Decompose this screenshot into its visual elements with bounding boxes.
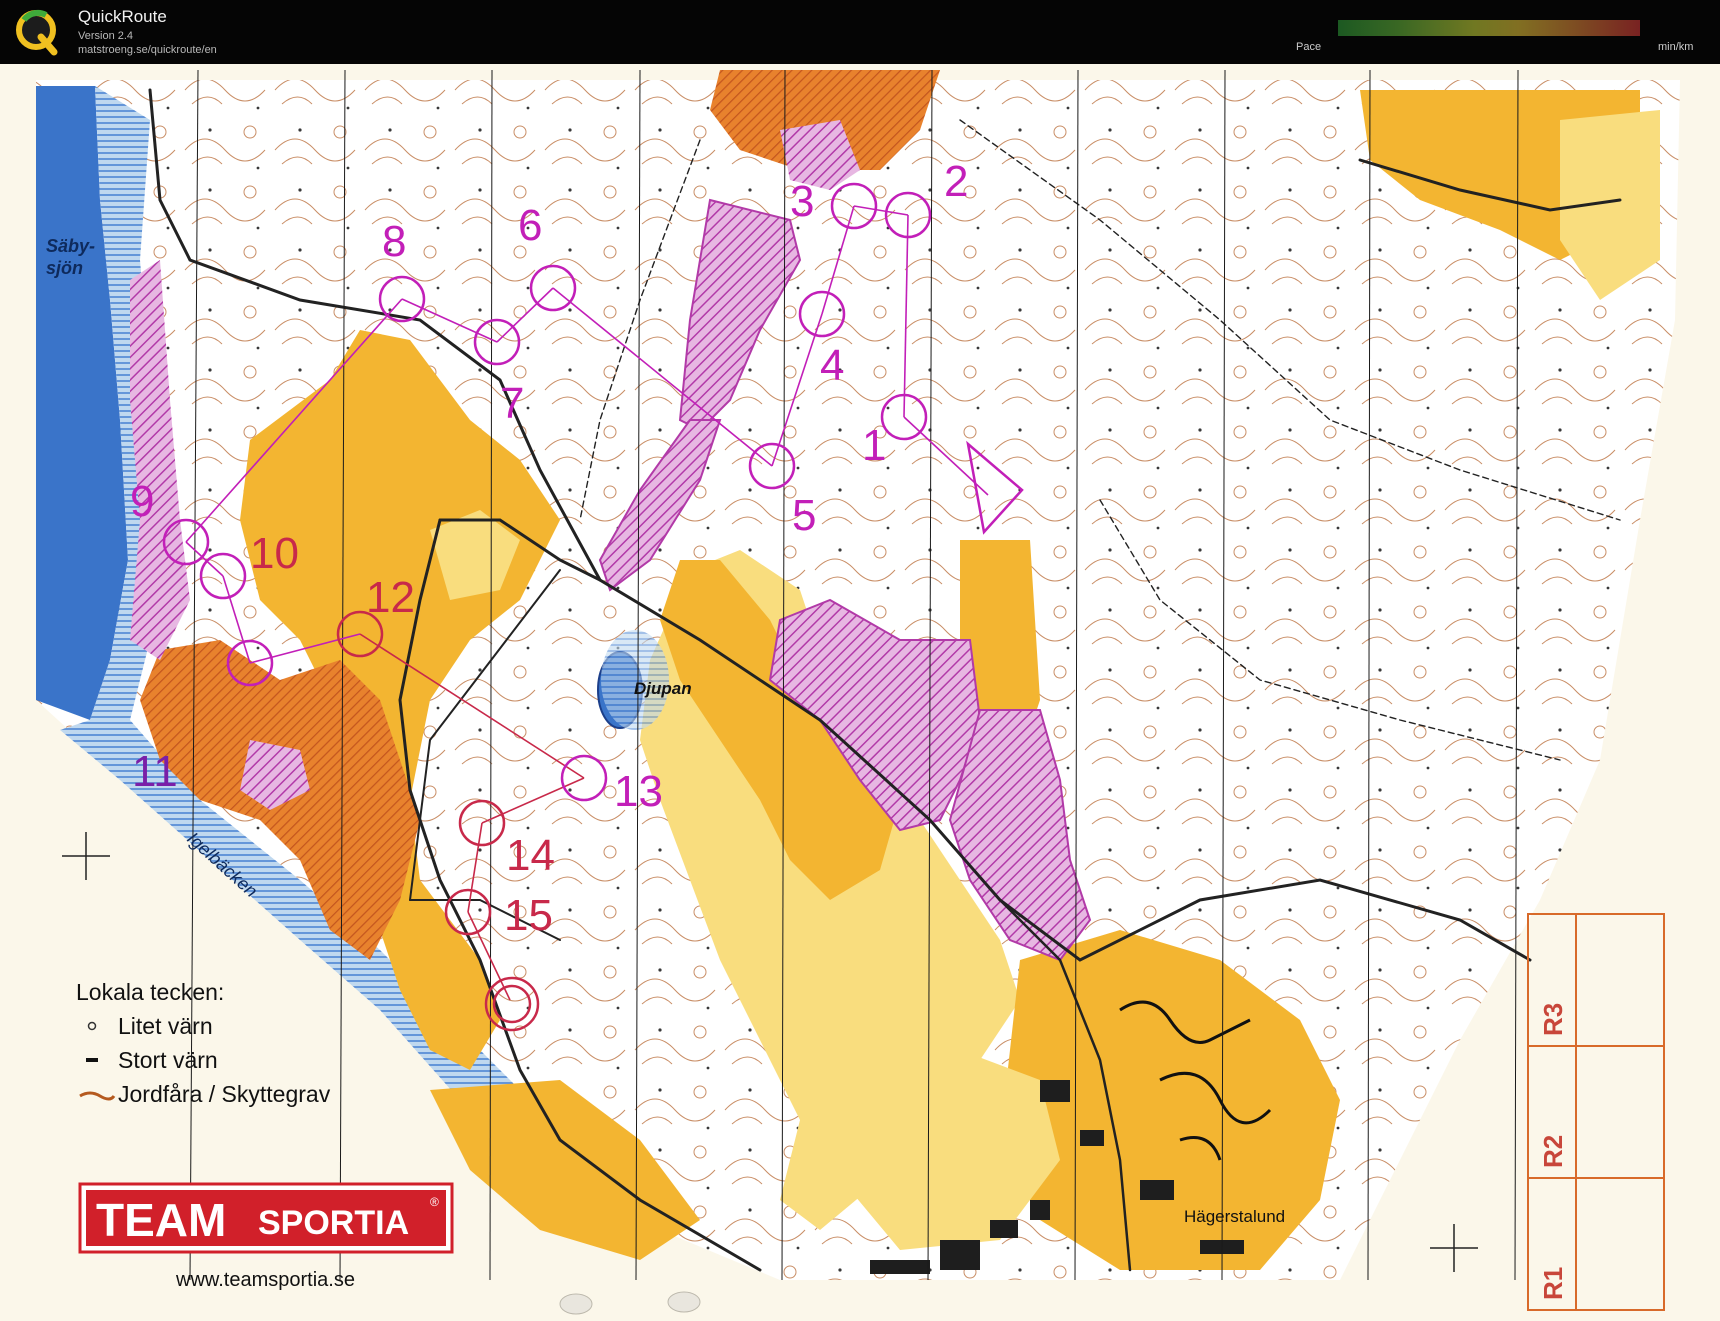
- app-version: Version 2.4: [78, 30, 134, 42]
- sponsor-registered-mark: ®: [430, 1195, 439, 1209]
- app-url-link[interactable]: matstroeng.se/quickroute/en: [78, 44, 217, 56]
- legend-title: Lokala tecken:: [76, 979, 224, 1005]
- control-number-6: 6: [518, 201, 542, 250]
- control-number-11: 11: [132, 747, 178, 796]
- sponsor-name-left: TEAM: [96, 1194, 226, 1246]
- control-number-3: 3: [790, 177, 814, 226]
- large-shelter-icon: [86, 1058, 98, 1062]
- quickroute-logo-icon: [16, 9, 58, 56]
- app-header: QuickRoute Version 2.4 matstroeng.se/qui…: [0, 0, 1720, 64]
- control-number-10: 10: [250, 529, 299, 578]
- relay-label-r2: R2: [1538, 1135, 1568, 1168]
- lake-name-line2: sjön: [46, 258, 83, 278]
- control-number-13: 13: [614, 767, 663, 816]
- relay-label-r3: R3: [1538, 1003, 1568, 1036]
- relay-label-r1: R1: [1538, 1267, 1568, 1300]
- sponsor-name-right: SPORTIA: [258, 1204, 409, 1242]
- control-number-8: 8: [382, 217, 406, 266]
- control-number-7: 7: [500, 379, 524, 428]
- control-number-5: 5: [792, 491, 816, 540]
- control-number-4: 4: [820, 341, 844, 390]
- sponsor-url[interactable]: www.teamsportia.se: [175, 1269, 355, 1291]
- legend-item-small-shelter: Litet värn: [118, 1013, 213, 1039]
- village-name: Hägerstalund: [1184, 1207, 1285, 1226]
- pace-unit: min/km: [1658, 41, 1694, 53]
- control-number-9: 9: [130, 477, 154, 526]
- pace-color-scale: [1338, 20, 1640, 36]
- pond-name: Djupan: [634, 679, 692, 698]
- app-title: QuickRoute: [78, 7, 167, 26]
- legend-item-earth-trench: Jordfåra / Skyttegrav: [118, 1081, 331, 1107]
- lake-name-line1: Säby-: [46, 236, 95, 256]
- legend-item-large-shelter: Stort värn: [118, 1047, 218, 1073]
- pace-label: Pace: [1296, 41, 1322, 53]
- orienteering-map[interactable]: 1 2 3 4 5 6 7 8 9 10 11 12 13 14 15 Säby…: [0, 64, 1720, 1321]
- control-number-2: 2: [944, 157, 968, 206]
- control-number-15: 15: [504, 891, 553, 940]
- sponsor-logo: TEAM SPORTIA ®: [78, 1182, 454, 1254]
- control-number-12: 12: [366, 573, 415, 622]
- control-number-1: 1: [862, 421, 886, 470]
- control-number-14: 14: [506, 831, 555, 880]
